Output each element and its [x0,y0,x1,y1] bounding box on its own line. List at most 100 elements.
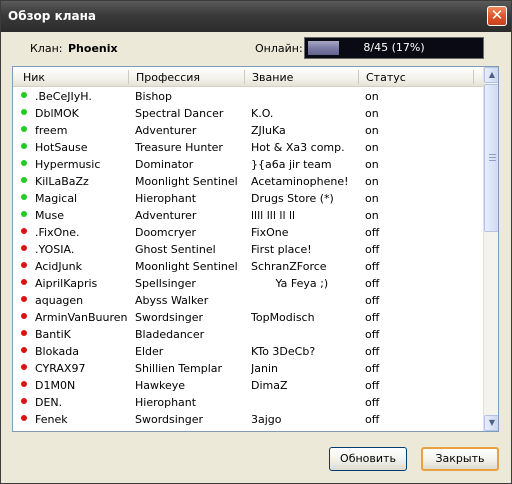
member-title: First place! [251,243,312,256]
close-button[interactable]: Закрыть [421,447,499,471]
table-row[interactable]: .FixOne. Doomcryer FixOne off [13,224,483,241]
column-header-profession[interactable]: Профессия [136,71,200,84]
member-name: D1M0N [35,379,76,392]
column-divider[interactable] [244,70,245,84]
column-divider[interactable] [358,70,359,84]
online-status-icon [21,177,27,183]
column-header-title[interactable]: Звание [252,71,293,84]
table-row[interactable]: .YOSIA. Ghost Sentinel First place! off [13,241,483,258]
member-name: Hypermusic [35,158,101,171]
member-title: Acetaminophene! [251,175,349,188]
table-row[interactable]: Magical Hierophant Drugs Store (*) on [13,190,483,207]
member-profession: Hierophant [135,396,197,409]
offline-status-icon [21,296,27,302]
table-row[interactable]: CYRAX97 Shillien Templar Janin off [13,360,483,377]
member-profession: Adventurer [135,209,197,222]
member-status: on [365,107,379,120]
offline-status-icon [21,381,27,387]
member-title: Drugs Store (*) [251,192,334,205]
table-row[interactable]: DEN. Hierophant off [13,394,483,411]
scroll-thumb[interactable] [484,84,498,232]
member-title: K.O. [251,107,274,120]
member-name: DblMOK [35,107,79,120]
member-profession: Spectral Dancer [135,107,224,120]
title-bar[interactable]: Обзор клана ✕ [1,1,511,32]
table-row[interactable]: BantiK Bladedancer off [13,326,483,343]
close-icon[interactable]: ✕ [487,6,507,26]
member-status: off [365,362,380,375]
member-title: }{a6a jir team [251,158,332,171]
clan-name: Phoenix [68,42,118,55]
table-row[interactable]: freem Adventurer ZJIuKa on [13,122,483,139]
member-profession: Swordsinger [135,311,204,324]
table-row[interactable]: ArminVanBuuren Swordsinger TopModisch off [13,309,483,326]
table-row[interactable]: AcidJunk Moonlight Sentinel SchranZForce of… [13,258,483,275]
member-title: Janin [251,362,278,375]
online-status-icon [21,160,27,166]
online-status-icon [21,194,27,200]
member-profession: Spellsinger [135,277,196,290]
member-title: 3ajgo [251,413,282,426]
member-status: on [365,209,379,222]
column-header-name[interactable]: Ник [23,71,45,84]
offline-status-icon [21,364,27,370]
table-row[interactable]: KilLaBaZz Moonlight Sentinel Acetaminophen… [13,173,483,190]
member-status: on [365,141,379,154]
vertical-scrollbar[interactable]: ▲ ▼ [483,67,498,431]
member-name: .YOSIA. [35,243,75,256]
member-title: DimaZ [251,379,288,392]
clan-overview-window: Обзор клана ✕ Клан: Phoenix Онлайн: 8/45… [0,0,512,484]
member-profession: Treasure Hunter [135,141,223,154]
column-divider[interactable] [473,70,474,84]
member-status: off [365,226,380,239]
member-name: BantiK [35,328,71,341]
online-status-icon [21,109,27,115]
scroll-down-button[interactable]: ▼ [484,415,498,431]
table-row[interactable]: HotSause Treasure Hunter Hot & Xa3 comp. on [13,139,483,156]
member-status: on [365,192,379,205]
member-title: Hot & Xa3 comp. [251,141,345,154]
offline-status-icon [21,279,27,285]
member-name: ArminVanBuuren [35,311,128,324]
member-title: TopModisch [251,311,315,324]
member-name: Magical [35,192,78,205]
table-row[interactable]: D1M0N Hawkeye DimaZ off [13,377,483,394]
member-status: off [365,345,380,358]
online-count: 8/45 (17%) [363,41,425,54]
offline-status-icon [21,415,27,421]
member-status: off [365,413,380,426]
clan-label: Клан: [30,42,63,55]
member-status: off [365,379,380,392]
member-name: .BeCeJIyH. [35,90,92,103]
column-divider[interactable] [128,70,129,84]
table-row[interactable]: .BeCeJIyH. Bishop on [13,88,483,105]
member-name: Muse [35,209,64,222]
column-header-status[interactable]: Статус [366,71,406,84]
online-status-icon [21,126,27,132]
member-profession: Moonlight Sentinel [135,260,238,273]
member-status: on [365,175,379,188]
table-row[interactable]: Blokada Elder KTo 3DeCb? off [13,343,483,360]
table-row[interactable]: Fenek Swordsinger 3ajgo off [13,411,483,428]
table-row[interactable]: aquagen Abyss Walker off [13,292,483,309]
members-list: Ник Профессия Звание Статус .BeCeJIyH. Bi… [12,66,499,432]
offline-status-icon [21,330,27,336]
member-profession: Moonlight Sentinel [135,175,238,188]
member-name: aquagen [35,294,84,307]
member-title: FixOne [251,226,289,239]
member-status: on [365,158,379,171]
member-status: off [365,243,380,256]
table-row[interactable]: Muse Adventurer llll lll ll ll on [13,207,483,224]
member-status: off [365,328,380,341]
member-profession: Swordsinger [135,413,204,426]
refresh-button[interactable]: Обновить [329,447,407,471]
scroll-up-button[interactable]: ▲ [484,67,498,83]
member-profession: Elder [135,345,164,358]
table-row[interactable]: AiprilKapris Spellsinger Ya Feya ;) off [13,275,483,292]
table-row[interactable]: DblMOK Spectral Dancer K.O. on [13,105,483,122]
table-row[interactable]: Hypermusic Dominator}{a6a jir team on [13,156,483,173]
member-status: on [365,90,379,103]
member-name: CYRAX97 [35,362,86,375]
member-title: SchranZForce [251,260,327,273]
window-title: Обзор клана [8,9,96,23]
